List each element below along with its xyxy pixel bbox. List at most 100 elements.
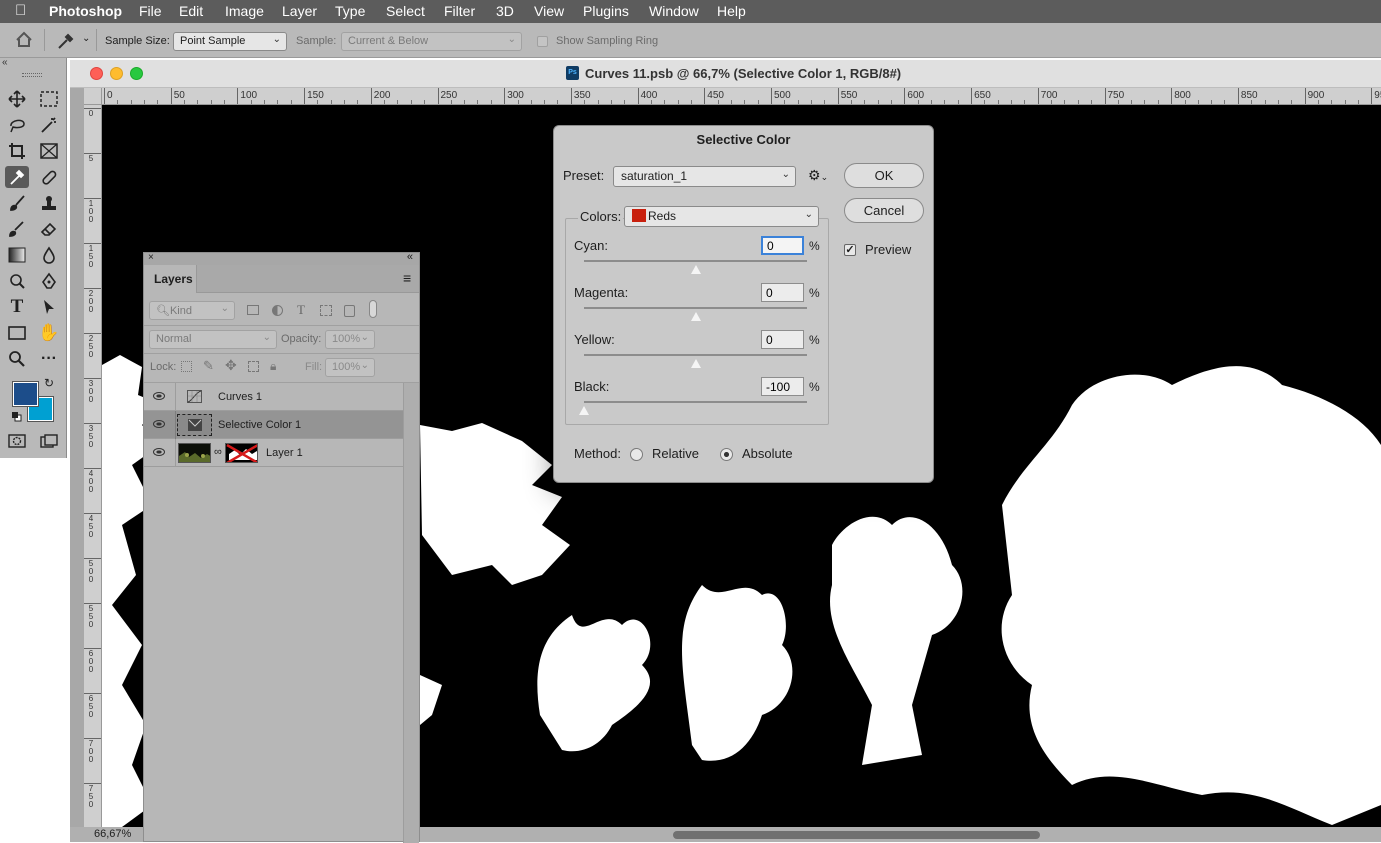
home-icon[interactable] — [14, 30, 34, 50]
lasso-tool-icon[interactable] — [5, 114, 29, 136]
pixel-filter-icon[interactable] — [247, 305, 259, 315]
brush-tool-icon[interactable] — [5, 192, 29, 214]
panel-grip[interactable] — [22, 73, 42, 77]
menu-3d[interactable]: 3D — [496, 3, 514, 19]
black-input[interactable] — [761, 377, 804, 396]
foreground-color-swatch[interactable] — [12, 381, 39, 407]
lock-position-icon[interactable]: ✥ — [225, 357, 237, 374]
clone-stamp-tool-icon[interactable] — [37, 192, 61, 214]
cancel-button[interactable]: Cancel — [844, 198, 924, 223]
horizontal-scrollbar-thumb[interactable] — [673, 831, 1040, 839]
frame-tool-icon[interactable] — [37, 140, 61, 162]
apple-icon[interactable]:  — [15, 2, 26, 19]
link-icon[interactable]: ∞ — [214, 446, 222, 458]
menu-filter[interactable]: Filter — [444, 3, 475, 19]
layer-row-curves[interactable]: Curves 1 — [144, 383, 403, 411]
sample-select[interactable]: Current & Below ⌄ — [341, 32, 522, 51]
preview-checkbox[interactable]: ✓ — [844, 244, 856, 256]
close-icon[interactable]: × — [148, 252, 154, 263]
magenta-slider-thumb[interactable] — [690, 312, 701, 321]
menu-type[interactable]: Type — [335, 3, 365, 19]
gradient-tool-icon[interactable] — [5, 244, 29, 266]
type-filter-icon[interactable]: T — [297, 302, 305, 318]
eraser-tool-icon[interactable] — [37, 218, 61, 240]
eye-icon[interactable] — [153, 392, 165, 400]
eyedropper-tool-icon[interactable] — [5, 166, 29, 188]
menu-image[interactable]: Image — [225, 3, 264, 19]
lock-image-icon[interactable]: ✎ — [203, 358, 214, 374]
magenta-slider-track[interactable] — [584, 307, 807, 309]
lock-all-icon[interactable]: 🔒︎ — [270, 359, 276, 374]
menu-window[interactable]: Window — [649, 3, 699, 19]
menu-plugins[interactable]: Plugins — [583, 3, 629, 19]
zoom-tool-icon[interactable] — [5, 348, 29, 370]
dodge-tool-icon[interactable] — [5, 270, 29, 292]
menu-view[interactable]: View — [534, 3, 564, 19]
absolute-radio[interactable] — [720, 448, 733, 461]
sample-size-select[interactable]: Point Sample ⌄ — [173, 32, 287, 51]
black-slider-track[interactable] — [584, 401, 807, 403]
layers-tab[interactable]: Layers — [144, 265, 197, 293]
hand-tool-icon[interactable]: ✋ — [37, 322, 61, 344]
zoom-level[interactable]: 66,67% — [94, 828, 131, 840]
eyedropper-tool-preset-icon[interactable] — [56, 31, 76, 51]
colors-select[interactable]: Reds ⌄ — [624, 206, 819, 227]
cyan-slider-thumb[interactable] — [690, 265, 701, 274]
chevron-down-icon[interactable]: ⌄ — [82, 33, 90, 44]
document-title-bar[interactable]: Ps Curves 11.psb @ 66,7% (Selective Colo… — [70, 60, 1381, 88]
sampling-ring-checkbox[interactable] — [537, 36, 548, 47]
yellow-slider-thumb[interactable] — [690, 359, 701, 368]
layer-mask-thumbnail[interactable] — [225, 443, 258, 463]
lock-artboard-icon[interactable] — [248, 361, 259, 372]
crop-tool-icon[interactable] — [5, 140, 29, 162]
smart-object-filter-icon[interactable] — [344, 305, 355, 317]
adjustment-filter-icon[interactable] — [272, 305, 283, 316]
collapse-panel-icon[interactable]: « — [2, 57, 8, 68]
history-brush-tool-icon[interactable] — [5, 218, 29, 240]
close-window-button[interactable] — [90, 67, 103, 80]
preset-options-gear-icon[interactable]: ⚙︎⌄ — [808, 167, 828, 184]
move-tool-icon[interactable] — [5, 88, 29, 110]
spot-healing-brush-tool-icon[interactable] — [37, 166, 61, 188]
shape-filter-icon[interactable] — [320, 305, 332, 316]
menu-layer[interactable]: Layer — [282, 3, 317, 19]
default-colors-icon[interactable] — [12, 411, 22, 422]
collapse-panel-icon[interactable]: « — [407, 251, 413, 263]
relative-radio[interactable] — [630, 448, 643, 461]
layer-thumbnail[interactable] — [178, 443, 211, 463]
blend-mode-select[interactable]: Normal ⌄ — [149, 330, 277, 349]
eye-icon[interactable] — [153, 448, 165, 456]
dialog-title[interactable]: Selective Color — [554, 132, 933, 147]
cyan-input[interactable] — [761, 236, 804, 255]
quick-mask-icon[interactable] — [5, 430, 29, 452]
filter-kind-select[interactable]: 🔍︎Kind ⌄ — [149, 301, 235, 320]
layers-panel-header[interactable]: × « — [144, 251, 419, 265]
ok-button[interactable]: OK — [844, 163, 924, 188]
yellow-slider-track[interactable] — [584, 354, 807, 356]
swap-colors-icon[interactable]: ↻ — [44, 376, 54, 390]
fill-field[interactable]: 100% ⌄ — [325, 358, 375, 377]
blur-tool-icon[interactable] — [37, 244, 61, 266]
ruler-corner[interactable] — [84, 88, 102, 105]
layers-scrollbar-track[interactable] — [403, 383, 419, 843]
menu-edit[interactable]: Edit — [179, 3, 203, 19]
opacity-field[interactable]: 100% ⌄ — [325, 330, 375, 349]
cyan-slider-track[interactable] — [584, 260, 807, 262]
magic-wand-tool-icon[interactable] — [37, 114, 61, 136]
horizontal-ruler[interactable]: 0 50 100 150 200 250 300 350 400 450 500 550 600 650 7… — [102, 88, 1381, 105]
type-tool-icon[interactable]: T — [5, 296, 29, 318]
layer-row-layer-1[interactable]: ∞ Layer 1 — [144, 439, 403, 467]
menu-help[interactable]: Help — [717, 3, 746, 19]
filter-toggle-icon[interactable] — [369, 300, 377, 318]
magenta-input[interactable] — [761, 283, 804, 302]
screen-mode-icon[interactable] — [37, 430, 61, 452]
eye-icon[interactable] — [153, 420, 165, 428]
menu-app-name[interactable]: Photoshop — [49, 3, 122, 19]
rectangle-tool-icon[interactable] — [5, 322, 29, 344]
more-tools-icon[interactable]: ··· — [37, 348, 61, 370]
zoom-window-button[interactable] — [130, 67, 143, 80]
path-selection-tool-icon[interactable] — [37, 296, 61, 318]
minimize-window-button[interactable] — [110, 67, 123, 80]
black-slider-thumb[interactable] — [579, 406, 589, 415]
lock-transparent-icon[interactable] — [181, 361, 192, 372]
